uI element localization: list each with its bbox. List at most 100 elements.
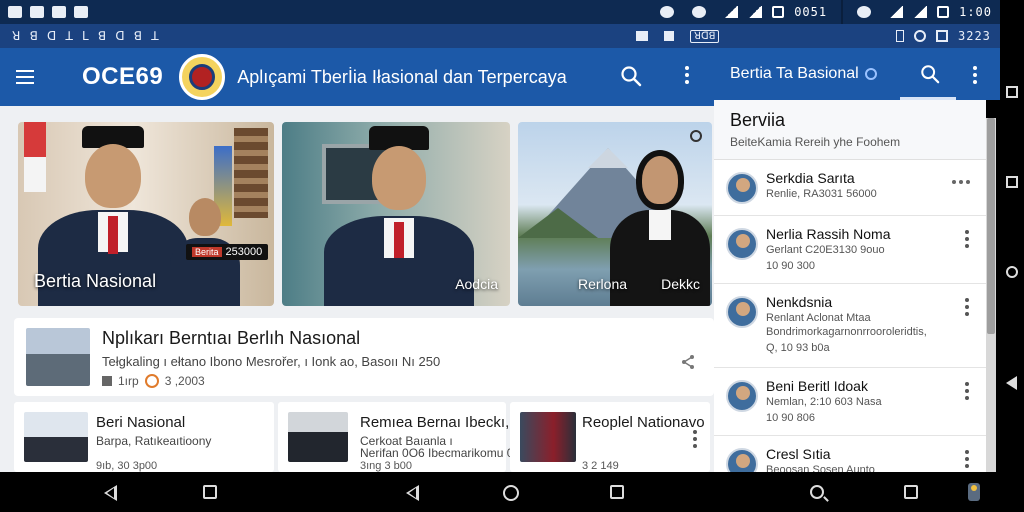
back-icon-2[interactable] [406,485,419,501]
news-list-panel: Berviia BeiteKamia Rereih yhe Foohem Ser… [714,100,986,472]
list-item-subtitle: Nemlan, 2:10 603 Nasa [766,396,882,408]
home-icon[interactable] [1006,266,1018,278]
panel-header: Berviia BeiteKamia Rereih yhe Foohem [714,100,986,160]
storage-icon [664,31,674,41]
scrollbar[interactable] [986,118,996,472]
status-right-left-pane: 0051 1:00 [660,0,992,24]
app-title: Aplıçami Tberİia Iłasional dan Terpercay… [237,66,567,87]
article-card[interactable]: Beri Nasional Barpa, Ratıkeaıtioony 9ıb,… [14,402,274,472]
recent-apps-icon-3[interactable] [904,485,918,499]
category-icon [102,376,112,386]
article-meta: 3 2 149 [582,460,619,472]
notification-icon [8,6,22,18]
recent-apps-icon-2[interactable] [610,485,624,499]
warning-icon [30,6,44,18]
article-title: Remıea Bernaı Ibeckı, [360,414,510,431]
news-card-2[interactable]: Aodcia [282,122,510,306]
brand-name: OCE69 [82,63,164,90]
dnd-icon [692,6,707,18]
card-caption-2: Dekkc [661,276,700,292]
more-vertical-icon[interactable] [962,230,972,248]
article-title: Reoplel Nationavo [582,414,705,431]
list-item-subtitle: Gerlant C20E3130 9ouo [766,244,885,256]
news-card-1[interactable]: Berita 253000 Bertia Nasional [18,122,274,306]
wifi-icon-right [889,6,904,18]
menu-icon[interactable] [0,48,50,106]
article-row: Beri Nasional Barpa, Ratıkeaıtioony 9ıb,… [14,402,710,472]
list-item-title: Cresl Sıtia [766,446,831,462]
article-thumbnail [288,412,348,462]
list-item[interactable]: Nenkdsnia Renlant Aclonat Mtaa Bondrimor… [714,284,986,368]
panel-overflow-menu-icon[interactable] [970,66,980,84]
device-screen: 0051 1:00 ꓤ ꓭ ꓷ ꓕ ꓡ ꓭ ꓷ ꓭ ꓕ ꓤꓷꓭ 3223 OCE… [0,0,1024,512]
back-icon[interactable] [104,485,117,501]
list-item[interactable]: Nerlia Rassih Noma Gerlant C20E3130 9ouo… [714,216,986,284]
share-icon[interactable] [680,354,696,370]
article-meta-2: 3 ,2003 [164,374,205,388]
search-icon[interactable] [810,485,824,499]
app-bar: OCE69 Aplıçami Tberİia Iłasional dan Ter… [0,48,714,106]
status-time-right: 1:00 [959,5,992,19]
article-more-icon[interactable] [690,430,700,448]
shield-icon [660,6,675,18]
bluetooth-icon [896,30,904,42]
side-navigation-bar [1000,0,1024,512]
list-item-title: Nerlia Rassih Noma [766,226,891,242]
panel-app-title: Bertia Ta Basional [730,65,859,82]
sync-icon [52,6,66,18]
list-item-subtitle-2: Bondrimorkagarnonrrooroleridtis, [766,326,927,338]
article-card[interactable]: Reoplel Nationavo 3 2 149 [510,402,710,472]
scrollbar-thumb[interactable] [987,118,995,334]
secondary-status-strip: ꓤ ꓭ ꓷ ꓕ ꓡ ꓭ ꓷ ꓭ ꓕ ꓤꓷꓭ 3223 [0,24,1000,48]
wifi-icon [724,6,739,18]
more-vertical-icon[interactable] [962,382,972,400]
more-vertical-icon[interactable] [962,450,972,468]
more-horizontal-icon[interactable] [952,180,970,184]
strip-right: 3223 [896,29,991,43]
avatar [726,296,758,328]
strip-chip: ꓤꓷꓭ [690,29,720,43]
list-item[interactable]: Serkdia Sarıta Renlie, RA3031 56000 [714,160,986,216]
main-content: Berita 253000 Bertia Nasional Aodcia Rer… [0,106,714,472]
avatar [726,172,758,204]
accessibility-icon[interactable] [968,483,980,501]
pane-divider [841,0,844,24]
recent-apps-icon[interactable] [203,485,217,499]
article-thumbnail [24,412,88,462]
featured-article[interactable]: Nplıkarı Berntıaı Berlıh Nasıonal Tełgka… [14,318,714,396]
recent-apps-icon[interactable] [1006,86,1018,98]
card-badge: Berita 253000 [186,244,269,260]
panel-app-bar: Bertia Ta Basional [714,48,1000,100]
share-icon[interactable] [690,130,702,142]
recent-apps-icon-2[interactable] [1006,176,1018,188]
loading-indicator-icon [864,68,877,80]
card-caption: Rerlona [578,276,628,292]
overflow-menu-icon[interactable] [682,66,692,84]
news-card-3[interactable]: Rerlona Dekkc [518,122,712,306]
panel-search-icon[interactable] [920,64,940,84]
article-title: Beri Nasional [96,414,186,431]
list-item[interactable]: Cresl Sıtia Beoosan Sosen Aunto [714,436,986,472]
list-item[interactable]: Beni Beritl Idoak Nemlan, 2:10 603 Nasa … [714,368,986,436]
list-item-meta: 10 90 300 [766,260,815,272]
back-icon[interactable] [1006,376,1017,390]
list-item-meta: Q, 10 93 b0a [766,342,830,354]
article-meta-1: 1ırp [118,374,139,388]
screen-icon [936,30,948,42]
search-icon[interactable] [620,65,642,87]
clock-icon [914,30,926,42]
article-meta: 1ırp 3 ,2003 [102,374,205,388]
article-meta: 9ıb, 30 3p00 [96,460,158,472]
person-figure [324,126,474,306]
article-card[interactable]: Remıea Bernaı Ibeckı, Cerkoat Baıanla ı … [278,402,513,472]
strip-right-time: 3223 [958,29,991,43]
home-icon[interactable] [503,485,519,501]
article-meta: 3ıng 3 b00 [360,460,412,472]
list-item-title: Nenkdsnia [766,294,833,310]
cast-icon [636,31,648,41]
panel-header-title: Berviia [730,110,786,130]
avatar [726,380,758,412]
signal-icon [748,6,763,18]
more-vertical-icon[interactable] [962,298,972,316]
list-item-title: Beni Beritl Idoak [766,378,868,394]
